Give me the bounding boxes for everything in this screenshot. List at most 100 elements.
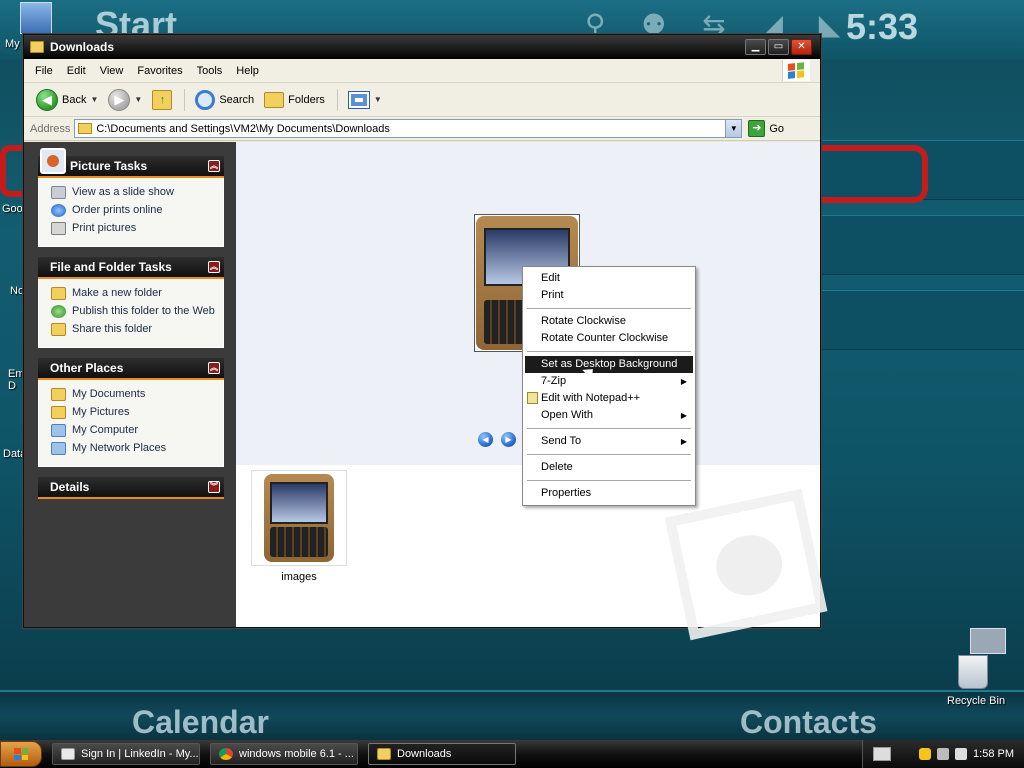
menu-item-send-to[interactable]: Send To ▶ — [525, 433, 693, 450]
title-bar[interactable]: Downloads ▁ ▭ ✕ — [24, 35, 820, 59]
network-icon — [51, 442, 66, 455]
task-label[interactable]: Publish this folder to the Web — [72, 305, 215, 318]
submenu-arrow-icon: ▶ — [680, 377, 687, 386]
taskbar-item-linkedin[interactable]: Sign In | LinkedIn - My... — [52, 743, 200, 765]
file-name[interactable]: images — [251, 571, 347, 583]
menu-favorites[interactable]: Favorites — [130, 63, 189, 79]
desktop-icon-label[interactable]: No — [10, 285, 24, 297]
menu-help[interactable]: Help — [229, 63, 266, 79]
taskbar-item-downloads[interactable]: Downloads — [368, 743, 516, 765]
share-folder-icon — [51, 323, 66, 336]
task-link[interactable]: Share this folder — [51, 323, 215, 336]
up-folder-button[interactable]: ↑ — [148, 88, 176, 112]
desktop-icon-label[interactable]: My — [5, 38, 20, 50]
menu-file[interactable]: File — [28, 63, 60, 79]
task-link[interactable]: Print pictures — [51, 222, 215, 235]
start-button[interactable] — [0, 741, 42, 767]
menu-edit[interactable]: Edit — [60, 63, 93, 79]
menu-item-edit[interactable]: Edit — [525, 270, 693, 287]
picture-tasks-header[interactable]: Picture Tasks ︽ — [38, 148, 224, 178]
desktop-highlight-box — [818, 145, 928, 203]
menu-item-rotate-clockwise[interactable]: Rotate Clockwise — [525, 313, 693, 330]
file-thumbnail[interactable] — [251, 470, 347, 566]
menu-item-label: Properties — [541, 487, 592, 499]
collapse-icon[interactable]: ︽ — [208, 362, 220, 374]
place-link[interactable]: My Documents — [51, 388, 215, 401]
menu-separator — [527, 480, 691, 481]
place-link[interactable]: My Network Places — [51, 442, 215, 455]
menu-tools[interactable]: Tools — [190, 63, 230, 79]
next-image-button[interactable]: ▶ — [501, 432, 516, 447]
folder-icon — [51, 388, 66, 401]
maximize-button[interactable]: ▭ — [768, 39, 789, 55]
expand-icon[interactable]: ︾ — [208, 481, 220, 493]
task-label[interactable]: Share this folder — [72, 323, 152, 336]
menu-item-set-desktop-background[interactable]: Set as Desktop Background — [525, 356, 693, 373]
menu-item-label: 7-Zip — [541, 375, 567, 387]
my-computer-icon[interactable] — [20, 2, 52, 34]
views-button[interactable]: ▼ — [344, 89, 386, 111]
file-folder-tasks-panel: File and Folder Tasks ︽ Make a new folde… — [38, 257, 224, 348]
place-label[interactable]: My Pictures — [72, 406, 129, 419]
collapse-icon[interactable]: ︽ — [208, 261, 220, 273]
menu-item-print[interactable]: Print — [525, 287, 693, 304]
menu-item-rotate-counter-clockwise[interactable]: Rotate Counter Clockwise — [525, 330, 693, 347]
task-pane: Picture Tasks ︽ View as a slide show Ord… — [24, 142, 236, 627]
clock[interactable]: 1:58 PM — [973, 748, 1014, 760]
taskbar-item-chrome[interactable]: windows mobile 6.1 - ... — [210, 743, 358, 765]
minimize-button[interactable]: ▁ — [745, 39, 766, 55]
recycle-bin-icon[interactable] — [958, 655, 988, 689]
menu-separator — [527, 308, 691, 309]
chevron-down-icon[interactable]: ▼ — [90, 95, 98, 104]
place-label[interactable]: My Documents — [72, 388, 145, 401]
task-label[interactable]: Print pictures — [72, 222, 136, 235]
panel-title: File and Folder Tasks — [50, 260, 172, 274]
window-title: Downloads — [50, 40, 115, 54]
chrome-icon — [219, 748, 233, 760]
chevron-down-icon[interactable]: ▼ — [134, 95, 142, 104]
menu-item-delete[interactable]: Delete — [525, 459, 693, 476]
menu-view[interactable]: View — [93, 63, 131, 79]
address-input[interactable]: C:\Documents and Settings\VM2\My Documen… — [74, 119, 743, 138]
folders-button[interactable]: Folders — [260, 90, 329, 110]
task-link[interactable]: Order prints online — [51, 204, 215, 217]
volume-icon[interactable] — [955, 748, 968, 760]
task-label[interactable]: Order prints online — [72, 204, 163, 217]
task-label[interactable]: Make a new folder — [72, 287, 162, 300]
back-button[interactable]: ◀ Back ▼ — [32, 87, 102, 113]
menu-item-edit-notepadpp[interactable]: Edit with Notepad++ — [525, 390, 693, 407]
collapse-icon[interactable]: ︽ — [208, 160, 220, 172]
place-link[interactable]: My Computer — [51, 424, 215, 437]
task-link[interactable]: Publish this folder to the Web — [51, 305, 215, 318]
search-button[interactable]: Search — [191, 88, 258, 112]
menu-item-properties[interactable]: Properties — [525, 485, 693, 502]
search-icon — [195, 89, 216, 110]
recycle-bin-label[interactable]: Recycle Bin — [947, 695, 1005, 707]
file-folder-tasks-header[interactable]: File and Folder Tasks ︽ — [38, 257, 224, 279]
menu-item-label: Rotate Clockwise — [541, 315, 626, 327]
task-label[interactable]: View as a slide show — [72, 186, 174, 199]
keyboard-icon[interactable] — [873, 747, 892, 761]
chevron-down-icon[interactable]: ▼ — [725, 120, 742, 137]
task-link[interactable]: View as a slide show — [51, 186, 215, 199]
task-link[interactable]: Make a new folder — [51, 287, 215, 300]
details-header[interactable]: Details ︾ — [38, 477, 224, 499]
previous-image-button[interactable]: ◀ — [478, 432, 493, 447]
place-label[interactable]: My Network Places — [72, 442, 166, 455]
taskbar-item-label: windows mobile 6.1 - ... — [239, 748, 354, 760]
go-button[interactable]: ➜ Go — [748, 120, 784, 137]
shield-icon[interactable] — [919, 748, 932, 760]
close-button[interactable]: ✕ — [791, 39, 812, 55]
menu-item-7zip[interactable]: 7-Zip ▶ — [525, 373, 693, 390]
forward-button[interactable]: ▶ ▼ — [104, 87, 146, 113]
other-places-header[interactable]: Other Places ︽ — [38, 358, 224, 380]
place-label[interactable]: My Computer — [72, 424, 138, 437]
place-link[interactable]: My Pictures — [51, 406, 215, 419]
chevron-down-icon[interactable]: ▼ — [374, 95, 382, 104]
address-value[interactable]: C:\Documents and Settings\VM2\My Documen… — [96, 123, 389, 135]
phone-image — [264, 474, 334, 562]
menu-item-open-with[interactable]: Open With ▶ — [525, 407, 693, 424]
panel-title: Details — [50, 480, 90, 494]
desktop-icon-label[interactable]: Goo — [2, 203, 23, 215]
network-icon[interactable] — [937, 748, 950, 760]
